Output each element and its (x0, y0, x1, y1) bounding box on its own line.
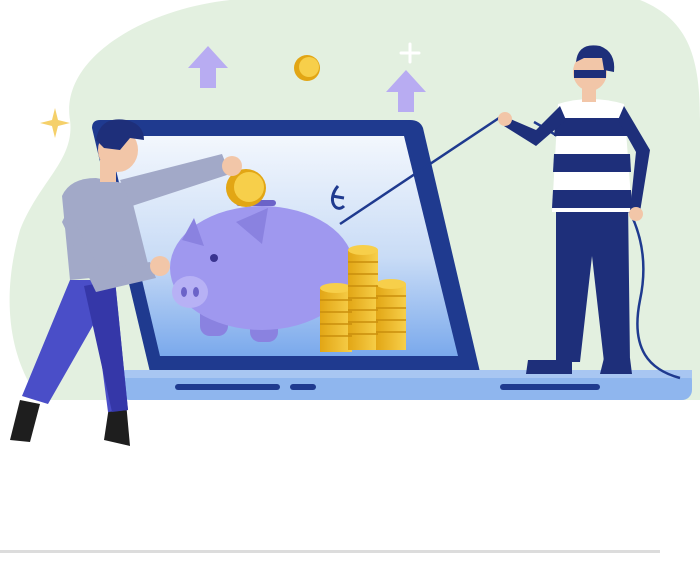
coin-icon (294, 55, 320, 81)
sparkle-icon (40, 108, 70, 138)
bottom-divider (0, 550, 660, 553)
fraud-illustration (9, 0, 700, 446)
